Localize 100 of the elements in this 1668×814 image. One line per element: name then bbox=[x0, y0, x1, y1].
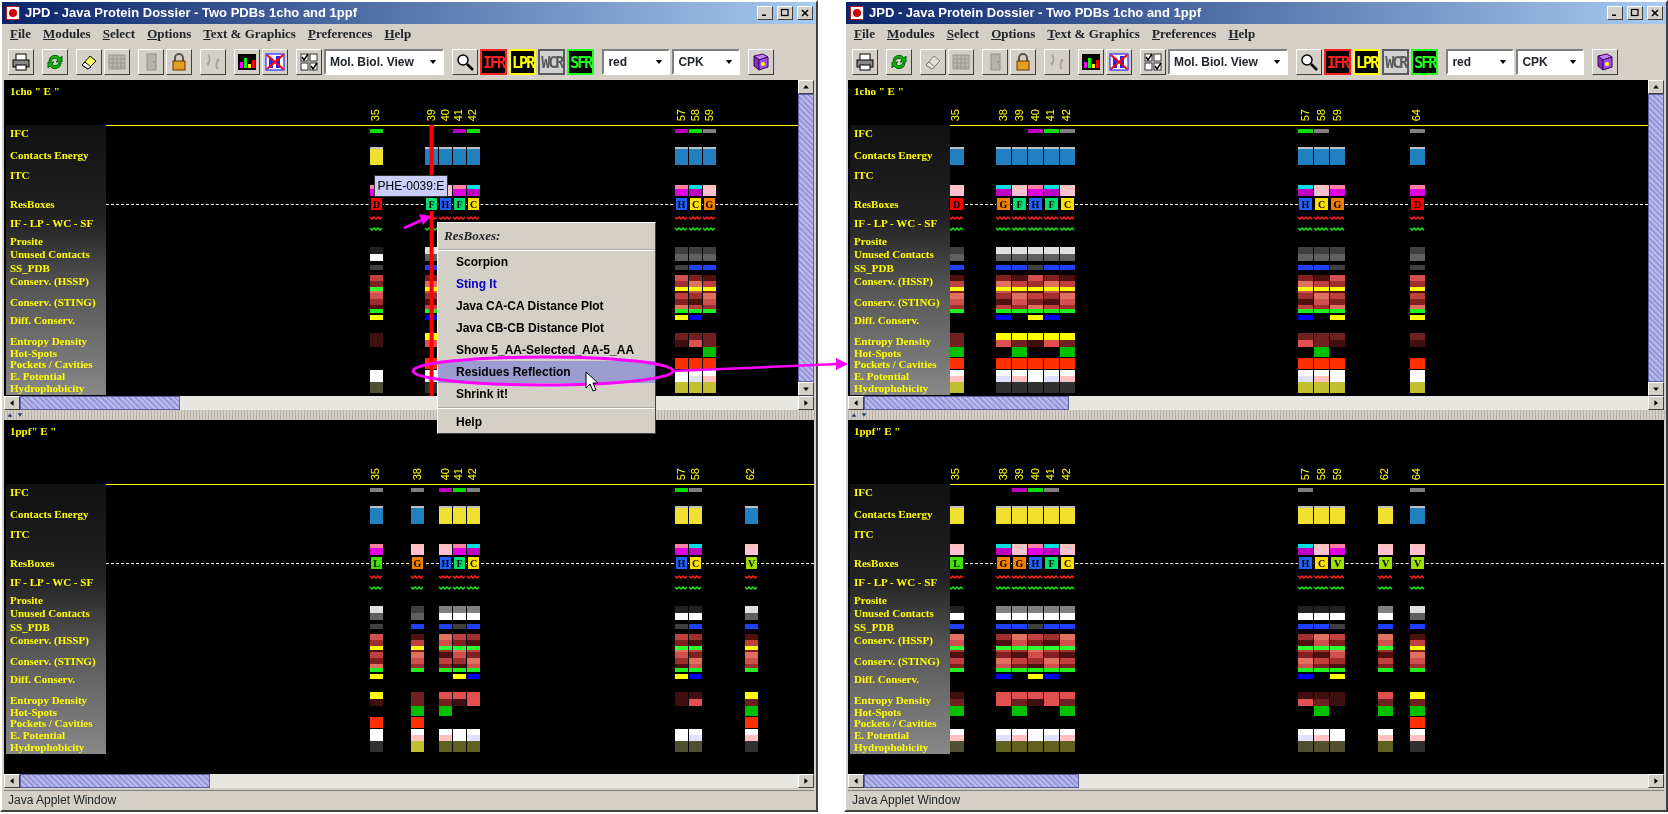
lock-button[interactable] bbox=[1010, 49, 1036, 75]
menu-item[interactable]: Select bbox=[946, 24, 980, 44]
residue-box[interactable]: G bbox=[703, 197, 716, 211]
residue-box[interactable]: C bbox=[1060, 556, 1075, 570]
print-button[interactable] bbox=[852, 49, 878, 75]
scroll-thumb[interactable] bbox=[20, 396, 180, 410]
scroll-right-button[interactable] bbox=[1648, 774, 1664, 788]
scroll-thumb[interactable] bbox=[864, 396, 1069, 410]
residue-box[interactable]: C bbox=[1314, 556, 1329, 570]
residue-box[interactable]: H bbox=[675, 197, 688, 211]
crossed-chart-button[interactable] bbox=[262, 49, 288, 75]
scroll-up-button[interactable] bbox=[1648, 80, 1664, 94]
checkbox-grid-button[interactable] bbox=[296, 49, 322, 75]
menu-item[interactable]: Java CA-CA Distance Plot bbox=[438, 294, 655, 317]
dropdown[interactable]: CPK bbox=[672, 49, 741, 75]
residue-box[interactable]: C bbox=[1314, 197, 1329, 211]
residue-box[interactable]: F bbox=[453, 556, 466, 570]
residue-box[interactable]: L bbox=[949, 556, 964, 570]
minimize-button[interactable] bbox=[757, 6, 773, 20]
residue-box[interactable]: H bbox=[1298, 556, 1313, 570]
residue-box[interactable]: G bbox=[411, 556, 424, 570]
residue-box[interactable]: F bbox=[425, 197, 438, 211]
minimize-button[interactable] bbox=[1607, 6, 1623, 20]
toggle-button[interactable]: SFR bbox=[1411, 49, 1439, 75]
residue-box[interactable]: V bbox=[745, 556, 758, 570]
scroll-left-button[interactable] bbox=[4, 396, 20, 410]
menu-item[interactable]: Residues Reflection bbox=[438, 360, 655, 383]
residue-box[interactable]: C bbox=[1060, 197, 1075, 211]
residue-box[interactable]: D bbox=[949, 197, 964, 211]
menu-item[interactable]: Sting It bbox=[438, 272, 655, 295]
menu-item[interactable]: File bbox=[10, 24, 31, 44]
scroll-left-button[interactable] bbox=[4, 774, 20, 788]
menu-item[interactable]: Java CB-CB Distance Plot bbox=[438, 316, 655, 339]
toggle-button[interactable]: LPR bbox=[509, 49, 537, 75]
scroll-left-button[interactable] bbox=[848, 396, 864, 410]
residue-box[interactable]: H bbox=[675, 556, 688, 570]
close-button[interactable] bbox=[797, 6, 813, 20]
toggle-button[interactable]: SFR bbox=[567, 49, 595, 75]
residue-box[interactable]: F bbox=[1044, 556, 1059, 570]
menu-item[interactable]: File bbox=[854, 24, 875, 44]
dropdown[interactable]: Mol. Biol. View bbox=[1168, 49, 1288, 75]
residue-box[interactable]: C bbox=[467, 556, 480, 570]
maximize-button[interactable] bbox=[777, 6, 793, 20]
residue-box[interactable]: G bbox=[996, 556, 1011, 570]
residue-box[interactable]: H bbox=[1298, 197, 1313, 211]
scroll-left-button[interactable] bbox=[848, 774, 864, 788]
menu-item[interactable]: Help bbox=[1228, 24, 1256, 44]
checkbox-grid-button[interactable] bbox=[1140, 49, 1166, 75]
dropdown[interactable]: Mol. Biol. View bbox=[324, 49, 444, 75]
dropdown[interactable]: red bbox=[1446, 49, 1515, 75]
book-button[interactable] bbox=[1592, 49, 1619, 75]
residue-box[interactable]: D bbox=[370, 197, 383, 211]
residue-box[interactable]: C bbox=[689, 197, 702, 211]
scroll-thumb[interactable] bbox=[798, 94, 814, 382]
scroll-thumb[interactable] bbox=[20, 774, 210, 788]
residue-box[interactable]: G bbox=[996, 197, 1011, 211]
scroll-thumb[interactable] bbox=[1648, 94, 1664, 382]
menu-item[interactable]: Modules bbox=[886, 24, 935, 44]
bar-chart-button[interactable] bbox=[234, 49, 260, 75]
scroll-right-button[interactable] bbox=[798, 396, 814, 410]
close-button[interactable] bbox=[1647, 6, 1663, 20]
residue-box[interactable]: V bbox=[1330, 556, 1345, 570]
residue-box[interactable]: H bbox=[439, 556, 452, 570]
residue-box[interactable]: F bbox=[453, 197, 466, 211]
scroll-down-button[interactable] bbox=[1648, 382, 1664, 396]
search-button[interactable] bbox=[452, 49, 478, 75]
scroll-right-button[interactable] bbox=[1648, 396, 1664, 410]
menu-item[interactable]: Show 5_AA-Selected_AA-5_AA bbox=[438, 338, 655, 361]
print-button[interactable] bbox=[8, 49, 34, 75]
toggle-button[interactable]: IFR bbox=[1324, 49, 1352, 75]
menu-item[interactable]: Select bbox=[102, 24, 136, 44]
menu-item[interactable]: Scorpion bbox=[438, 250, 655, 273]
residue-box[interactable]: H bbox=[439, 197, 452, 211]
scroll-up-button[interactable] bbox=[798, 80, 814, 94]
residue-box[interactable]: C bbox=[689, 556, 702, 570]
dropdown[interactable]: CPK bbox=[1516, 49, 1585, 75]
search-button[interactable] bbox=[1296, 49, 1322, 75]
residue-box[interactable]: F bbox=[1012, 197, 1027, 211]
lock-button[interactable] bbox=[166, 49, 192, 75]
residue-box[interactable]: F bbox=[1044, 197, 1059, 211]
menu-item[interactable]: Preferences bbox=[1151, 24, 1217, 44]
residue-box[interactable]: G bbox=[1330, 197, 1345, 211]
toggle-button[interactable]: LPR bbox=[1353, 49, 1381, 75]
dropdown[interactable]: red bbox=[602, 49, 671, 75]
residue-box[interactable]: V bbox=[1410, 556, 1425, 570]
crossed-chart-button[interactable] bbox=[1106, 49, 1132, 75]
residue-box[interactable]: G bbox=[1012, 556, 1027, 570]
residue-box[interactable]: D bbox=[1410, 197, 1425, 211]
refresh-button[interactable] bbox=[42, 49, 68, 75]
menu-item[interactable]: Text & Graphics bbox=[1047, 24, 1140, 44]
menu-item[interactable]: Help bbox=[438, 410, 655, 433]
menu-item[interactable]: Shrink it! bbox=[438, 382, 655, 405]
menu-item[interactable]: Modules bbox=[42, 24, 91, 44]
scroll-thumb[interactable] bbox=[864, 774, 1079, 788]
scroll-right-button[interactable] bbox=[798, 774, 814, 788]
residue-box[interactable]: H bbox=[1028, 197, 1043, 211]
maximize-button[interactable] bbox=[1627, 6, 1643, 20]
menu-item[interactable]: Preferences bbox=[307, 24, 373, 44]
book-button[interactable] bbox=[748, 49, 775, 75]
menu-item[interactable]: Text & Graphics bbox=[203, 24, 296, 44]
